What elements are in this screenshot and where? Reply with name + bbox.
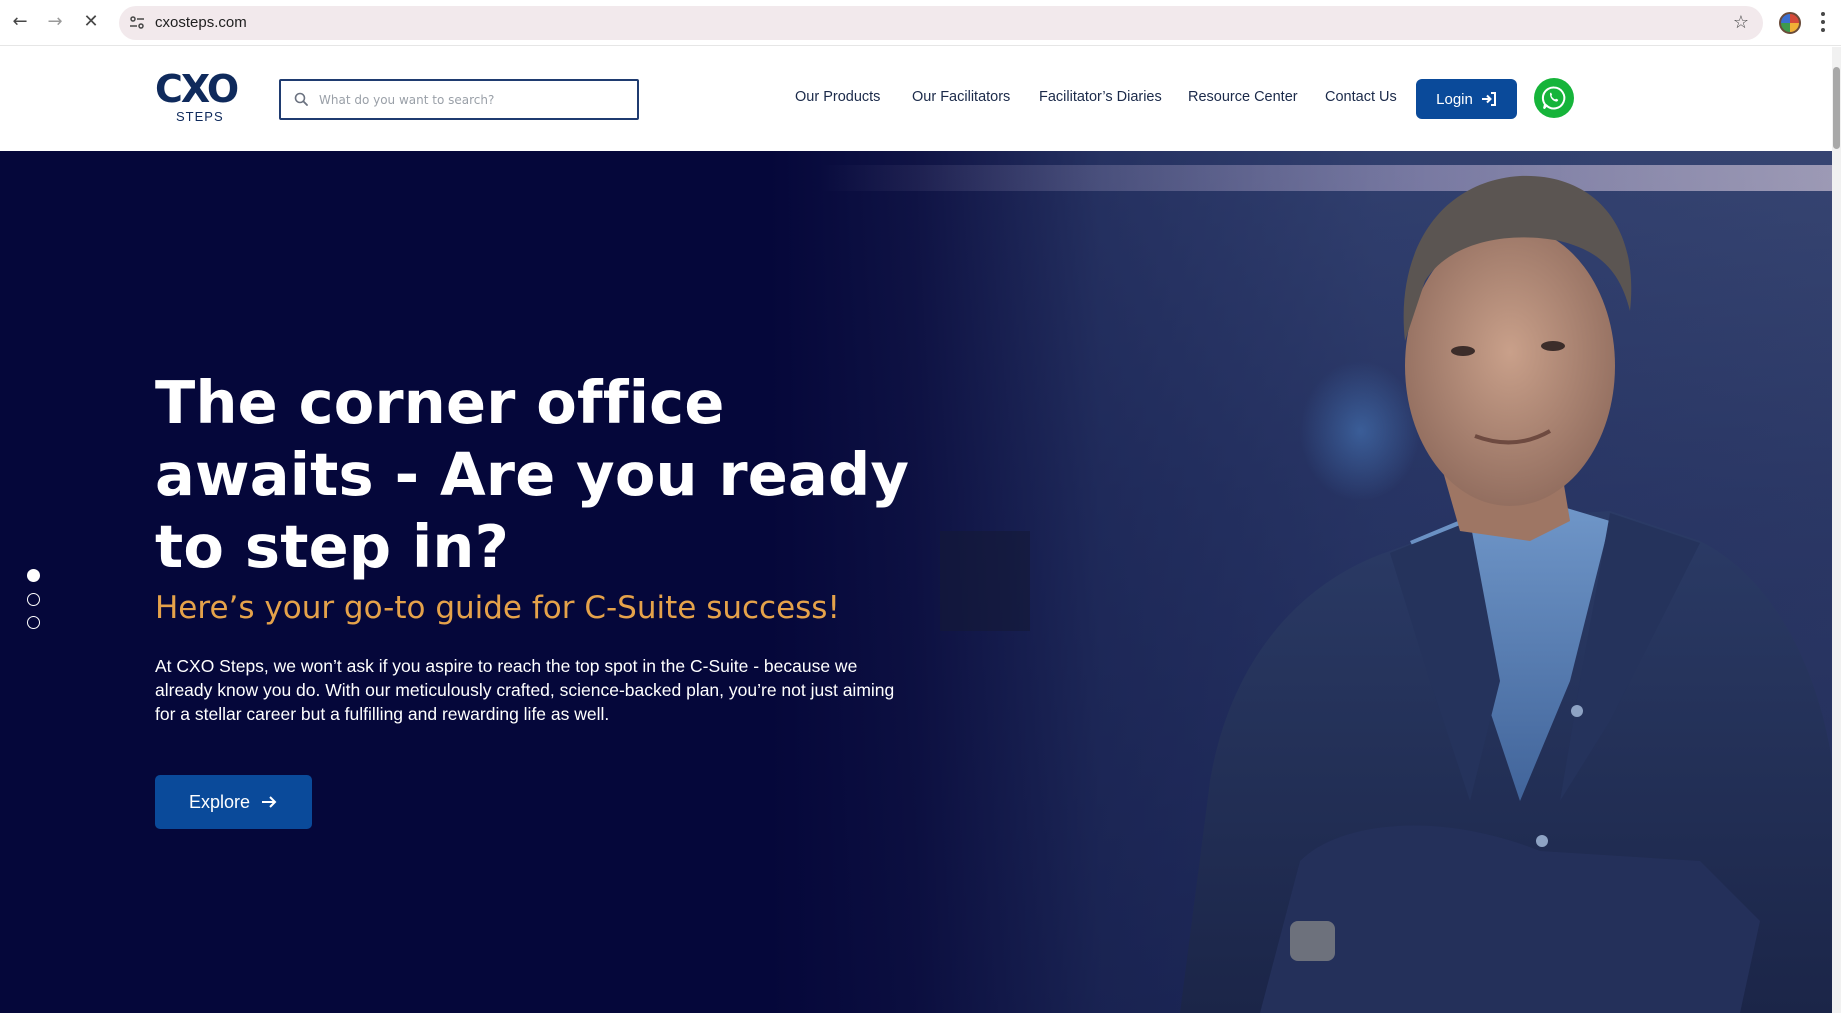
stop-loading-icon[interactable]: ✕ (78, 9, 104, 35)
nav-contact-us[interactable]: Contact Us (1325, 89, 1397, 105)
browser-toolbar: ← → ✕ cxosteps.com ☆ (0, 0, 1841, 46)
executive-portrait-image (1180, 175, 1832, 1013)
login-label: Login (1436, 90, 1473, 108)
nav-facilitators-diaries[interactable]: Facilitator’s Diaries (1039, 89, 1162, 105)
scrollbar-thumb[interactable] (1833, 67, 1840, 149)
arrow-right-icon (262, 796, 277, 808)
hero-banner: The corner office awaits - Are you ready… (0, 151, 1832, 1013)
slide-dot-2[interactable] (27, 593, 40, 606)
nav-our-products[interactable]: Our Products (795, 89, 880, 105)
profile-avatar[interactable] (1779, 12, 1801, 34)
login-button[interactable]: Login (1416, 79, 1517, 119)
whatsapp-icon[interactable] (1534, 78, 1574, 118)
search-box (279, 79, 639, 120)
office-background-detail (940, 531, 1030, 631)
browser-menu-icon[interactable] (1818, 10, 1828, 34)
slider-pagination (27, 569, 41, 633)
back-arrow-icon[interactable]: ← (7, 9, 33, 35)
logo-mark: CXO (155, 67, 239, 111)
search-input[interactable] (319, 87, 619, 113)
nav-resource-center[interactable]: Resource Center (1188, 89, 1298, 105)
logo-subtitle: STEPS (176, 109, 224, 124)
hero-subtitle: Here’s your go-to guide for C-Suite succ… (155, 590, 840, 626)
whatsapp-glyph-icon (1541, 86, 1566, 110)
site-header: CXO STEPS Our Products Our Facilitators … (0, 47, 1832, 151)
cxo-steps-logo[interactable]: CXO STEPS (155, 69, 245, 133)
page-scrollbar[interactable] (1832, 47, 1841, 1013)
sign-in-icon (1481, 92, 1496, 106)
forward-arrow-icon[interactable]: → (42, 9, 68, 35)
search-icon (294, 92, 308, 106)
url-text[interactable]: cxosteps.com (155, 14, 247, 31)
site-info-icon[interactable] (129, 15, 145, 31)
hero-title: The corner office awaits - Are you ready… (155, 368, 910, 581)
hero-description: At CXO Steps, we won’t ask if you aspire… (155, 656, 895, 724)
nav-our-facilitators[interactable]: Our Facilitators (912, 89, 1010, 105)
address-bar[interactable]: cxosteps.com ☆ (119, 6, 1763, 40)
explore-label: Explore (188, 791, 251, 812)
slide-dot-3[interactable] (27, 616, 40, 629)
slide-dot-1[interactable] (27, 569, 40, 582)
bookmark-star-icon[interactable]: ☆ (1733, 12, 1749, 33)
explore-button[interactable]: Explore (155, 775, 312, 829)
